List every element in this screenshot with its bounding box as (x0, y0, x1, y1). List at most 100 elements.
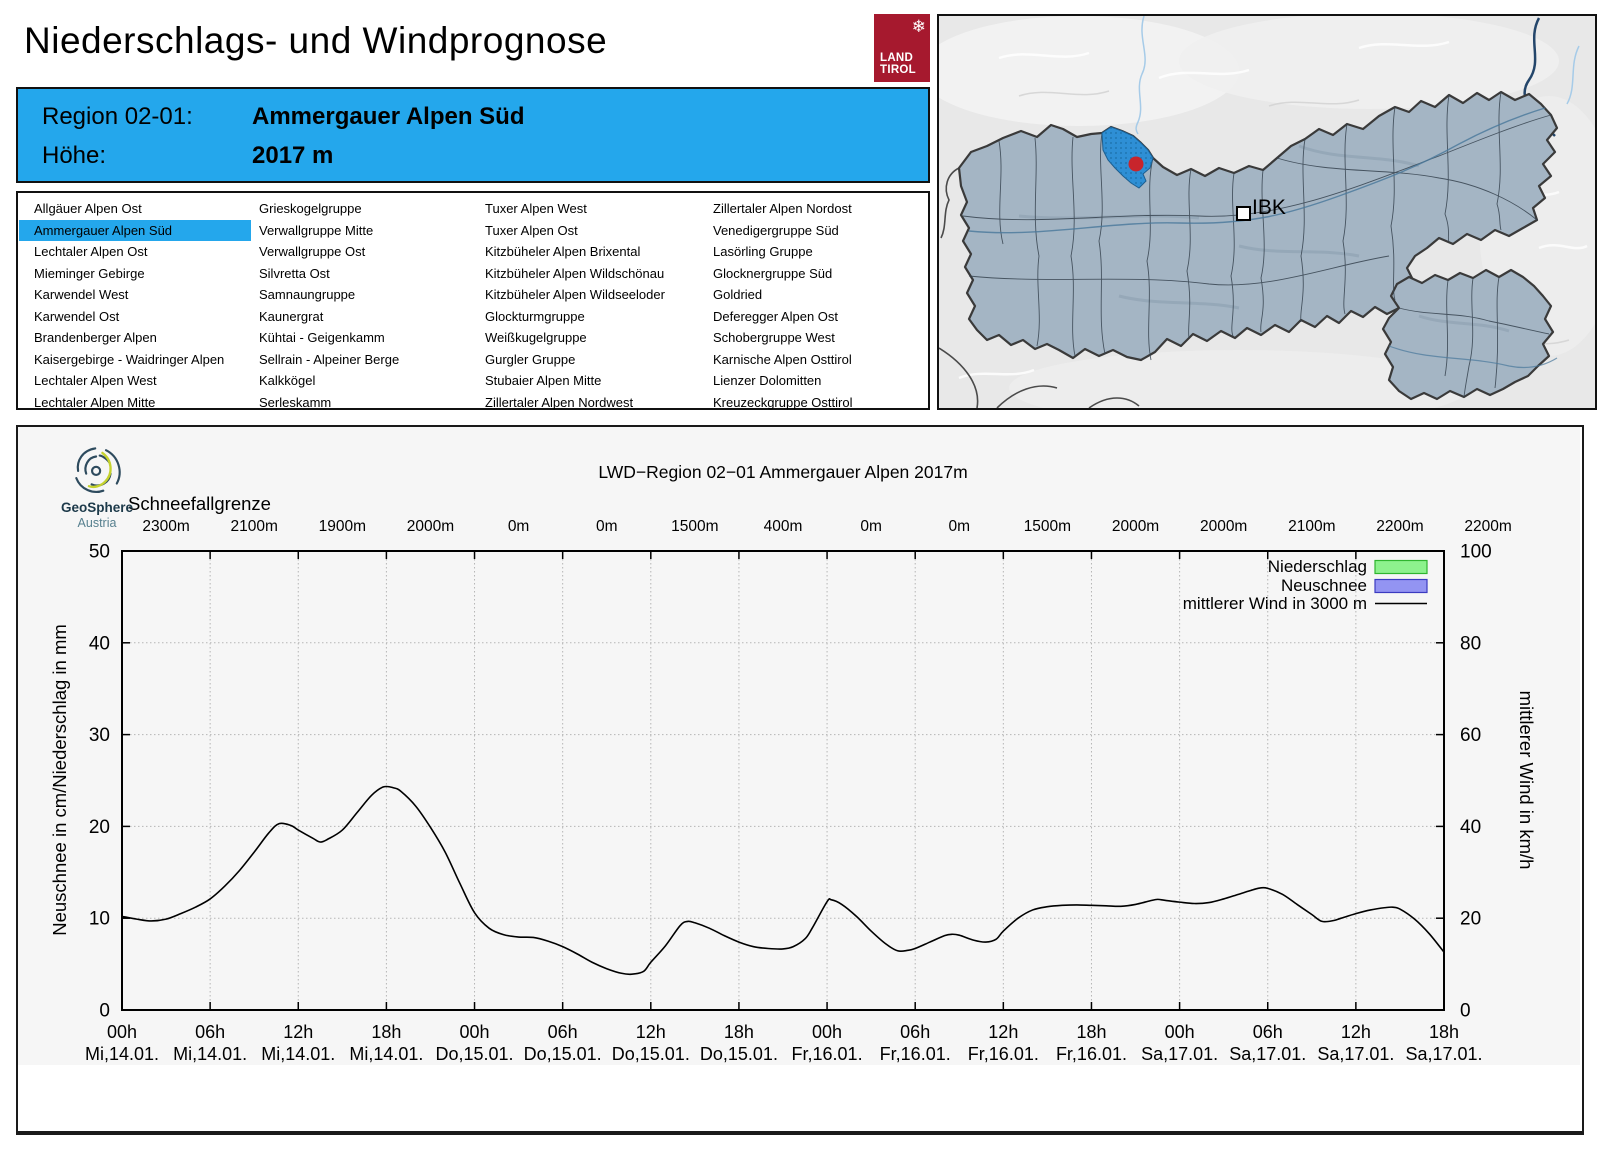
region-item[interactable]: Goldried (698, 284, 930, 306)
region-item-selected[interactable]: Ammergauer Alpen Süd (19, 219, 251, 241)
region-item[interactable]: Zillertaler Alpen Nordost (698, 198, 930, 220)
x-date-tick: Sa,17.01. (1141, 1044, 1218, 1064)
x-date-tick: Mi,14.01. (85, 1044, 159, 1064)
region-column: Tuxer Alpen West Tuxer Alpen Ost Kitzbühel… (470, 198, 702, 413)
x-time-tick: 06h (900, 1022, 930, 1042)
region-item[interactable]: Kreuzeckgruppe Osttirol (698, 392, 930, 414)
region-item[interactable]: Zillertaler Alpen Nordwest (470, 392, 702, 414)
y-left-tick: 40 (89, 633, 110, 654)
snowline-value: 1900m (319, 518, 366, 535)
region-column: Grieskogelgruppe Verwallgruppe Mitte Verwa… (244, 198, 476, 413)
region-item[interactable]: Glockturmgruppe (470, 306, 702, 328)
region-item[interactable]: Kühtai - Geigenkamm (244, 327, 476, 349)
geosphere-name: GeoSphere (60, 500, 134, 515)
altitude-label: Höhe: (42, 142, 107, 169)
y-right-tick: 40 (1460, 817, 1481, 838)
x-time-tick: 00h (107, 1022, 137, 1042)
x-time-tick: 00h (460, 1022, 490, 1042)
x-date-tick: Fr,16.01. (880, 1044, 951, 1064)
region-item[interactable]: Verwallgruppe Ost (244, 241, 476, 263)
region-item[interactable]: Kaisergebirge - Waidringer Alpen (19, 349, 251, 371)
region-item[interactable]: Karwendel West (19, 284, 251, 306)
x-time-tick: 06h (195, 1022, 225, 1042)
geosphere-country: Austria (77, 516, 117, 530)
region-item[interactable]: Glocknergruppe Süd (698, 263, 930, 285)
region-name: Ammergauer Alpen Süd (252, 103, 525, 130)
region-item[interactable]: Tuxer Alpen West (470, 198, 702, 220)
region-item[interactable]: Sellrain - Alpeiner Berge (244, 349, 476, 371)
region-item[interactable]: Gurgler Gruppe (470, 349, 702, 371)
snowline-value: 2000m (1112, 518, 1159, 535)
x-time-tick: 12h (636, 1022, 666, 1042)
y-left-tick: 0 (99, 1001, 110, 1022)
x-date-tick: Fr,16.01. (968, 1044, 1039, 1064)
snowline-value: 1500m (671, 518, 718, 535)
region-item[interactable]: Venedigergruppe Süd (698, 220, 930, 242)
region-item[interactable]: Samnaungruppe (244, 284, 476, 306)
y-right-tick: 0 (1460, 1001, 1471, 1022)
x-date-tick: Do,15.01. (524, 1044, 602, 1064)
y-right-tick: 60 (1460, 725, 1481, 746)
region-item[interactable]: Tuxer Alpen Ost (470, 220, 702, 242)
x-time-tick: 12h (283, 1022, 313, 1042)
y-left-tick: 30 (89, 725, 110, 746)
snowflake-icon: ❄ (911, 17, 926, 36)
region-item[interactable]: Kaunergrat (244, 306, 476, 328)
forecast-page: Niederschlags- und Windprognose ❄ LAND TI… (0, 0, 1600, 1153)
region-item[interactable]: Kitzbüheler Alpen Wildschönau (470, 263, 702, 285)
region-item[interactable]: Karwendel Ost (19, 306, 251, 328)
region-list: Allgäuer Alpen Ost Ammergauer Alpen Süd Le… (16, 191, 930, 410)
region-item[interactable]: Kitzbüheler Alpen Brixental (470, 241, 702, 263)
region-item[interactable]: Allgäuer Alpen Ost (19, 198, 251, 220)
region-item[interactable]: Deferegger Alpen Ost (698, 306, 930, 328)
region-item[interactable]: Weißkugelgruppe (470, 327, 702, 349)
region-item[interactable]: Kitzbüheler Alpen Wildseeloder (470, 284, 702, 306)
y-right-tick: 20 (1460, 909, 1481, 930)
region-item[interactable]: Verwallgruppe Mitte (244, 220, 476, 242)
forecast-chart-svg: LWD−Region 02−01 Ammergauer Alpen 2017m S… (18, 427, 1580, 1065)
region-item[interactable]: Stubaier Alpen Mitte (470, 370, 702, 392)
snowline-value: 2000m (1200, 518, 1247, 535)
x-date-tick: Do,15.01. (436, 1044, 514, 1064)
y-left-tick: 20 (89, 817, 110, 838)
region-item[interactable]: Karnische Alpen Osttirol (698, 349, 930, 371)
x-time-tick: 12h (988, 1022, 1018, 1042)
x-time-tick: 18h (1429, 1022, 1459, 1042)
region-item[interactable]: Mieminger Gebirge (19, 263, 251, 285)
y-right-tick: 80 (1460, 633, 1481, 654)
y-right-tick: 100 (1460, 542, 1492, 563)
region-header: Region 02-01: Ammergauer Alpen Süd Höhe:… (16, 87, 930, 183)
region-item[interactable]: Kalkkögel (244, 370, 476, 392)
region-item[interactable]: Brandenberger Alpen (19, 327, 251, 349)
x-date-tick: Do,15.01. (700, 1044, 778, 1064)
region-item[interactable]: Lechtaler Alpen Mitte (19, 392, 251, 414)
region-item[interactable]: Schobergruppe West (698, 327, 930, 349)
region-item[interactable]: Lienzer Dolomitten (698, 370, 930, 392)
region-item[interactable]: Lechtaler Alpen Ost (19, 241, 251, 263)
geosphere-logo: GeoSphere Austria (42, 443, 152, 530)
legend-swatch (1374, 559, 1428, 575)
snowline-value: 2100m (1288, 518, 1335, 535)
snowline-value: 400m (764, 518, 803, 535)
x-date-tick: Mi,14.01. (261, 1044, 335, 1064)
legend-swatch (1374, 578, 1428, 594)
snowline-value: 0m (596, 518, 618, 535)
snowline-value: 0m (508, 518, 530, 535)
tirol-map-svg: IBK (919, 13, 1600, 426)
x-date-tick: Fr,16.01. (792, 1044, 863, 1064)
x-date-tick: Fr,16.01. (1056, 1044, 1127, 1064)
region-item[interactable]: Lasörling Gruppe (698, 241, 930, 263)
legend-label: Niederschlag (1268, 557, 1367, 576)
tirol-map: IBK (919, 13, 1600, 426)
x-time-tick: 12h (1341, 1022, 1371, 1042)
snowline-value: 0m (860, 518, 882, 535)
x-date-tick: Sa,17.01. (1317, 1044, 1394, 1064)
region-item[interactable]: Lechtaler Alpen West (19, 370, 251, 392)
region-item[interactable]: Grieskogelgruppe (244, 198, 476, 220)
snowline-value: 2100m (230, 518, 277, 535)
region-item[interactable]: Silvretta Ost (244, 263, 476, 285)
snowline-value: 0m (948, 518, 970, 535)
x-time-tick: 00h (812, 1022, 842, 1042)
x-date-tick: Sa,17.01. (1229, 1044, 1306, 1064)
region-item[interactable]: Serleskamm (244, 392, 476, 414)
